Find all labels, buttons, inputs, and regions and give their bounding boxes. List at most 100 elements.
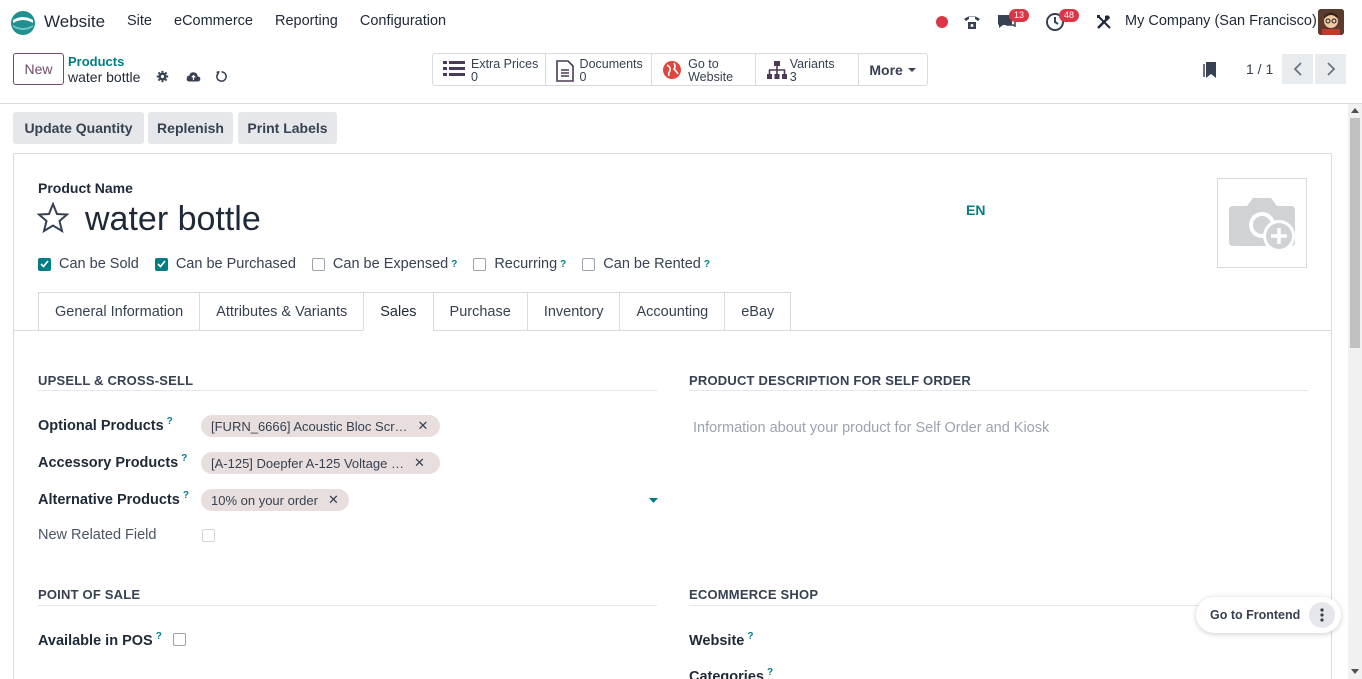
can-be-rented-option[interactable]: Can be Rented? xyxy=(582,256,710,272)
accessory-products-label: Accessory Products? xyxy=(38,453,188,471)
product-image-upload[interactable] xyxy=(1217,178,1307,268)
menu-reporting[interactable]: Reporting xyxy=(275,13,338,29)
update-quantity-button[interactable]: Update Quantity xyxy=(13,112,144,144)
alternative-products-label: Alternative Products? xyxy=(38,490,189,508)
more-button[interactable]: More xyxy=(859,54,927,85)
debug-tools-icon[interactable] xyxy=(1095,10,1113,34)
chat-icon[interactable]: 13 xyxy=(996,9,1030,34)
help-icon[interactable]: ? xyxy=(560,259,566,270)
extra-prices-button[interactable]: Extra Prices 0 xyxy=(433,54,546,85)
language-button[interactable]: EN xyxy=(966,202,985,218)
notebook-tabs: General Information Attributes & Variant… xyxy=(38,292,792,331)
smart-buttons: Extra Prices 0 Documents 0 Go to Website… xyxy=(432,53,928,86)
go-to-website-button[interactable]: Go to Website xyxy=(652,54,756,85)
self-order-description-input[interactable]: Information about your product for Self … xyxy=(693,420,1049,436)
remove-tag-icon[interactable]: ✕ xyxy=(418,418,429,434)
chevron-right-icon xyxy=(1326,62,1335,76)
help-icon[interactable]: ? xyxy=(451,259,457,270)
product-name-label: Product Name xyxy=(38,180,133,196)
scroll-down-icon[interactable] xyxy=(1351,669,1359,675)
upsell-section-title: UPSELL & CROSS-SELL xyxy=(38,373,194,388)
go-to-frontend-widget: Go to Frontend xyxy=(1196,597,1341,633)
pager-value[interactable]: 1 / 1 xyxy=(1246,61,1273,77)
activity-count-badge: 48 xyxy=(1059,9,1080,22)
categories-label: Categories? xyxy=(689,667,774,679)
bookmark-icon[interactable] xyxy=(1203,61,1217,79)
self-order-section-title: PRODUCT DESCRIPTION FOR SELF ORDER xyxy=(689,373,971,388)
globe-icon xyxy=(663,61,682,79)
tab-inventory[interactable]: Inventory xyxy=(526,292,620,331)
menu-configuration[interactable]: Configuration xyxy=(360,13,446,29)
can-be-sold-checkbox[interactable] xyxy=(38,257,51,271)
menu-ecommerce[interactable]: eCommerce xyxy=(174,13,253,29)
new-related-field-checkbox[interactable] xyxy=(202,529,215,542)
go-to-frontend-button[interactable]: Go to Frontend xyxy=(1210,608,1300,622)
product-name-input[interactable]: water bottle xyxy=(85,200,261,239)
main-menu: Site eCommerce Reporting Configuration xyxy=(127,13,468,29)
replenish-button[interactable]: Replenish xyxy=(148,112,233,144)
section-divider xyxy=(38,605,657,606)
favorite-star-icon[interactable] xyxy=(37,202,69,234)
scroll-up-icon[interactable] xyxy=(1351,107,1359,113)
optional-products-label: Optional Products? xyxy=(38,416,173,434)
discard-icon[interactable] xyxy=(215,70,228,83)
pager-next-button[interactable] xyxy=(1315,54,1346,84)
phone-icon[interactable] xyxy=(962,10,982,34)
accessory-product-tag[interactable]: [A-125] Doepfer A-125 Voltage … ✕ xyxy=(201,452,440,474)
can-be-sold-option[interactable]: Can be Sold xyxy=(38,256,139,272)
app-name[interactable]: Website xyxy=(44,12,105,32)
vertical-dots-icon xyxy=(1320,608,1324,622)
activity-clock-icon[interactable]: 48 xyxy=(1045,9,1080,34)
website-app-icon[interactable] xyxy=(10,10,36,36)
new-button[interactable]: New xyxy=(13,53,64,85)
user-avatar[interactable] xyxy=(1318,9,1344,35)
camera-add-icon xyxy=(1229,198,1295,252)
optional-product-tag[interactable]: [FURN_6666] Acoustic Bloc Scr… ✕ xyxy=(201,415,440,437)
section-divider xyxy=(38,390,657,391)
cloud-upload-icon[interactable] xyxy=(186,70,201,83)
chevron-left-icon xyxy=(1293,62,1302,76)
recurring-option[interactable]: Recurring? xyxy=(473,256,566,272)
more-options-button[interactable] xyxy=(1309,602,1335,628)
help-icon[interactable]: ? xyxy=(704,259,710,270)
recurring-checkbox[interactable] xyxy=(473,257,487,271)
record-icon[interactable] xyxy=(935,10,949,34)
alternative-product-tag[interactable]: 10% on your order ✕ xyxy=(201,489,349,511)
remove-tag-icon[interactable]: ✕ xyxy=(328,492,339,508)
print-labels-button[interactable]: Print Labels xyxy=(238,112,337,144)
control-panel: New Products water bottle Extra Prices 0… xyxy=(0,44,1362,104)
can-be-rented-checkbox[interactable] xyxy=(582,257,596,271)
pos-section-title: POINT OF SALE xyxy=(38,587,141,602)
scrollbar-thumb[interactable] xyxy=(1350,118,1360,348)
chat-count-badge: 13 xyxy=(1009,9,1030,22)
dropdown-caret-icon[interactable] xyxy=(649,498,658,504)
documents-button[interactable]: Documents 0 xyxy=(546,54,653,85)
tab-general-information[interactable]: General Information xyxy=(38,292,200,331)
can-be-expensed-checkbox[interactable] xyxy=(311,257,325,271)
remove-tag-icon[interactable]: ✕ xyxy=(414,455,425,471)
tab-accounting[interactable]: Accounting xyxy=(619,292,725,331)
tab-purchase[interactable]: Purchase xyxy=(432,292,527,331)
document-icon xyxy=(555,60,574,82)
tab-sales[interactable]: Sales xyxy=(363,292,433,331)
variants-button[interactable]: Variants 3 xyxy=(756,54,860,85)
company-switcher[interactable]: My Company (San Francisco) xyxy=(1125,13,1317,29)
can-be-expensed-option[interactable]: Can be Expensed? xyxy=(311,256,457,272)
can-be-purchased-option[interactable]: Can be Purchased xyxy=(154,256,296,272)
menu-site[interactable]: Site xyxy=(127,13,152,29)
website-label: Website? xyxy=(689,631,754,649)
page-scrollbar[interactable] xyxy=(1348,104,1362,679)
list-icon xyxy=(443,61,465,76)
gear-icon[interactable] xyxy=(156,70,169,83)
available-in-pos-label: Available in POS? xyxy=(38,631,162,649)
form-sheet: Product Name water bottle EN Can be Sold… xyxy=(13,153,1332,679)
new-related-field-label: New Related Field xyxy=(38,527,157,543)
tab-ebay[interactable]: eBay xyxy=(724,292,792,331)
breadcrumb-products[interactable]: Products xyxy=(68,54,124,69)
tab-attributes-variants[interactable]: Attributes & Variants xyxy=(199,292,364,331)
section-divider xyxy=(689,390,1308,391)
available-in-pos-checkbox[interactable] xyxy=(173,633,186,646)
pager-previous-button[interactable] xyxy=(1282,54,1313,84)
can-be-purchased-checkbox[interactable] xyxy=(154,257,168,271)
form-content: Update Quantity Replenish Print Labels P… xyxy=(0,104,1348,679)
